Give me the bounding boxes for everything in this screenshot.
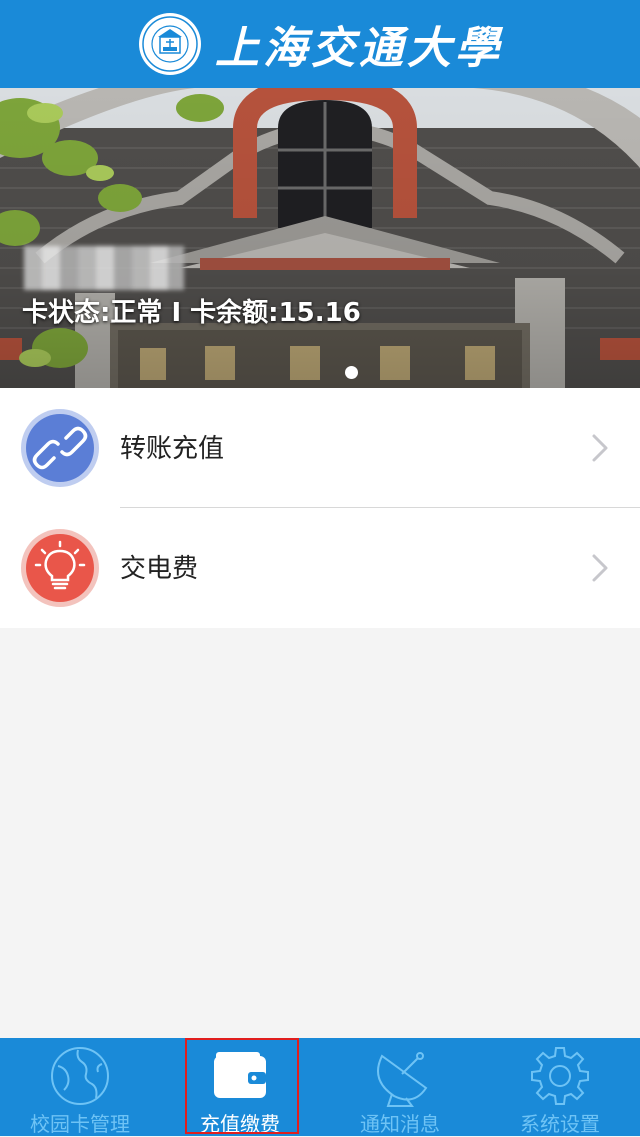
tab-label: 校园卡管理 bbox=[30, 1112, 130, 1136]
lightbulb-icon bbox=[21, 529, 99, 607]
link-icon bbox=[21, 409, 99, 487]
tab-system-settings[interactable]: 系统设置 bbox=[480, 1038, 640, 1136]
app-header: 上海交通大學 bbox=[0, 0, 640, 88]
satellite-dish-icon bbox=[377, 1052, 428, 1107]
menu-item-label: 交电费 bbox=[120, 554, 199, 584]
tab-notifications[interactable]: 通知消息 bbox=[320, 1038, 480, 1136]
university-logo: 上海交通大學 bbox=[137, 11, 503, 77]
globe-icon bbox=[51, 1047, 109, 1105]
university-emblem-icon bbox=[139, 13, 201, 75]
chevron-right-icon bbox=[592, 554, 608, 582]
campus-banner[interactable]: 卡状态:正常 I 卡余额:15.16 bbox=[0, 88, 640, 388]
service-menu: 转账充值 交电费 bbox=[0, 388, 640, 628]
chevron-right-icon bbox=[592, 434, 608, 462]
menu-item-label: 转账充值 bbox=[120, 434, 225, 464]
bottom-tab-bar: 校园卡管理 充值缴费 通知消息 系统设置 bbox=[0, 1038, 640, 1136]
tab-label: 通知消息 bbox=[360, 1112, 440, 1136]
menu-item-transfer-recharge[interactable]: 转账充值 bbox=[0, 388, 640, 508]
card-status-text: 卡状态:正常 I 卡余额:15.16 bbox=[22, 298, 361, 328]
blurred-user-name bbox=[24, 246, 184, 290]
tab-campus-card[interactable]: 校园卡管理 bbox=[0, 1038, 160, 1136]
menu-item-electricity-bill[interactable]: 交电费 bbox=[0, 508, 640, 628]
tab-label: 系统设置 bbox=[520, 1112, 600, 1136]
page-indicator-dot bbox=[345, 366, 358, 379]
active-tab-highlight bbox=[185, 1038, 299, 1134]
gear-icon bbox=[531, 1047, 589, 1105]
university-name: 上海交通大學 bbox=[215, 23, 503, 74]
campus-building-photo bbox=[0, 88, 640, 388]
